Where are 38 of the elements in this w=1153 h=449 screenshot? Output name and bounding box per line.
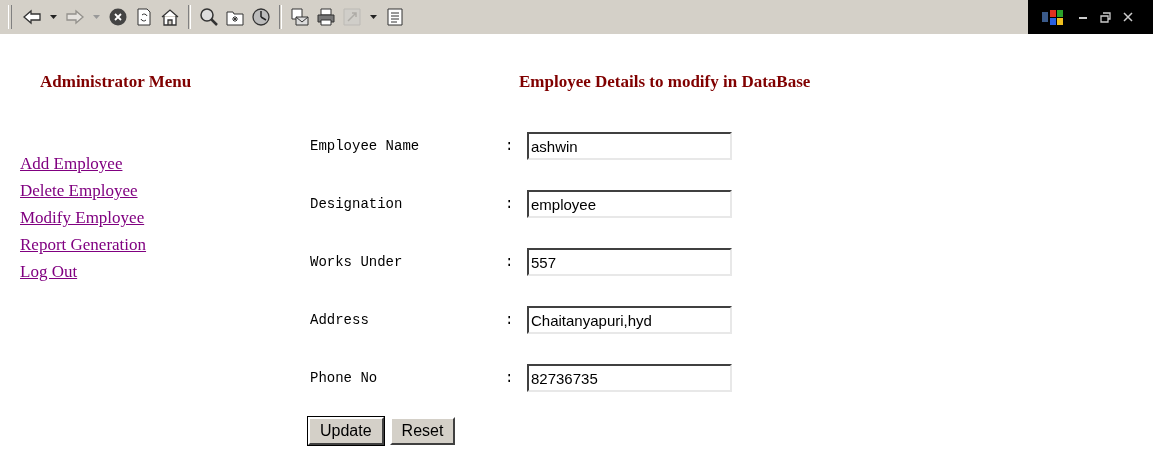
field-separator: : [505, 138, 515, 154]
field-label: Designation [310, 196, 404, 212]
input-field[interactable]: 557 [527, 248, 732, 276]
history-icon[interactable] [251, 7, 271, 27]
stop-icon[interactable] [108, 7, 128, 27]
menu-heading: Administrator Menu [40, 72, 193, 92]
field-separator: : [505, 312, 515, 328]
page-heading: Employee Details to modify in DataBase [519, 72, 811, 92]
mail-icon[interactable] [290, 7, 310, 27]
field-separator: : [505, 196, 515, 212]
input-field[interactable]: Chaitanyapuri,hyd [527, 306, 732, 334]
menu-link[interactable]: Delete Employee [20, 177, 138, 204]
field-label: Employee Name [310, 138, 421, 154]
back-arrow-icon[interactable] [22, 7, 42, 27]
input-field[interactable]: ashwin [527, 132, 732, 160]
menu-link[interactable]: Add Employee [20, 150, 123, 177]
windows-logo-icon [1040, 7, 1066, 27]
input-field[interactable]: employee [527, 190, 732, 218]
dropdown-arrow-icon[interactable] [370, 15, 377, 19]
document-icon[interactable] [385, 7, 405, 27]
form-button[interactable]: Update [308, 417, 384, 445]
menu-link[interactable]: Log Out [20, 258, 78, 285]
home-icon[interactable] [160, 7, 180, 27]
refresh-icon[interactable] [134, 7, 154, 27]
form-button[interactable]: Reset [389, 417, 456, 445]
field-separator: : [505, 254, 515, 270]
dropdown-arrow-icon[interactable] [50, 15, 57, 19]
field-label: Address [310, 312, 370, 328]
restore-icon[interactable] [1100, 11, 1111, 23]
field-label: Works Under [310, 254, 404, 270]
menu-link[interactable]: Modify Employee [20, 204, 145, 231]
close-icon[interactable] [1123, 12, 1133, 22]
menu-link[interactable]: Report Generation [20, 231, 147, 258]
search-icon[interactable] [199, 7, 219, 27]
printer-icon[interactable] [316, 7, 336, 27]
field-label: Phone No [310, 370, 379, 386]
field-separator: : [505, 370, 515, 386]
input-field[interactable]: 82736735 [527, 364, 732, 392]
